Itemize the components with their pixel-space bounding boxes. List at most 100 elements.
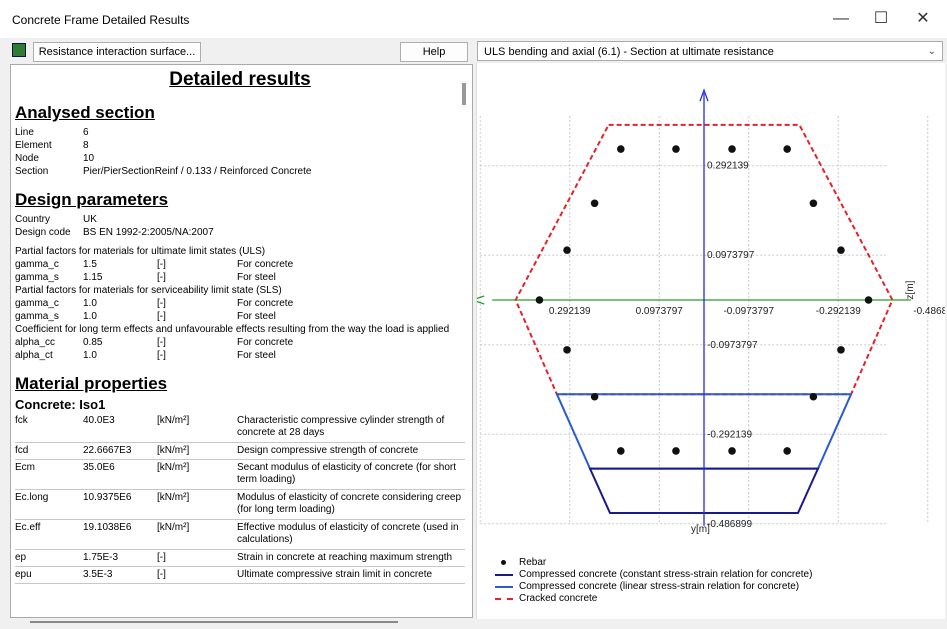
factor-value: 1.15	[83, 272, 103, 283]
factor-unit: [-]	[157, 337, 166, 348]
material-symbol: fcd	[15, 445, 29, 456]
factor-desc: For steel	[237, 350, 276, 361]
coef-note: Coefficient for long term effects and un…	[15, 324, 450, 335]
factor-row: gamma_s 1.15 [-] For steel	[15, 271, 465, 284]
rebar-point	[617, 447, 625, 455]
view-select-value: ULS bending and axial (6.1) - Section at…	[484, 46, 774, 58]
material-unit: [kN/m²]	[157, 522, 190, 533]
material-unit: [-]	[157, 552, 166, 563]
z-axis-label: z[m]	[905, 280, 916, 299]
legend-item: Rebar	[495, 557, 812, 569]
factor-desc: For steel	[237, 311, 276, 322]
kv-key: Node	[15, 153, 39, 164]
factor-key: gamma_s	[15, 272, 59, 283]
kv-value: UK	[83, 214, 97, 225]
material-description: Modulus of elasticity of concrete consid…	[237, 492, 462, 515]
rebar-point	[535, 296, 544, 304]
plot-legend: Rebar Compressed concrete (constant stres…	[495, 557, 812, 605]
minimize-button[interactable]: —	[821, 6, 861, 32]
results-document: Detailed results Analysed section Line 6 E…	[15, 69, 465, 584]
legend-item: Compressed concrete (constant stress-str…	[495, 569, 812, 581]
coefficient-factors: alpha_cc 0.85 [-] For concrete alpha_ct 1.0 [-…	[15, 336, 465, 362]
material-unit: [kN/m²]	[157, 462, 190, 473]
rebar-point	[837, 346, 845, 354]
material-symbol: Ec.eff	[15, 522, 41, 533]
legend-item: Cracked concrete	[495, 593, 812, 605]
material-value: 10.9375E6	[83, 492, 132, 503]
material-value: 22.6667E3	[83, 445, 132, 456]
kv-value: 6	[83, 127, 89, 138]
v-tick-label: 0.0973797	[707, 250, 755, 261]
help-button[interactable]: Help	[400, 42, 468, 62]
h-tick-label: -0.292139	[816, 306, 861, 317]
factor-unit: [-]	[157, 311, 166, 322]
resistance-interaction-surface-button[interactable]: Resistance interaction surface...	[33, 42, 201, 62]
view-select-dropdown[interactable]: ULS bending and axial (6.1) - Section at…	[477, 41, 943, 61]
close-button[interactable]: ✕	[903, 6, 943, 32]
kv-row: Design code BS EN 1992-2:2005/NA:2007	[15, 226, 465, 239]
material-symbol: Ecm	[15, 462, 35, 473]
legend-label: Rebar	[519, 557, 547, 568]
maximize-button[interactable]: ☐	[861, 6, 901, 32]
kv-row: Section Pier/PierSectionReinf / 0.133 / R…	[15, 165, 465, 178]
factor-unit: [-]	[157, 259, 166, 270]
vertical-scrollbar-thumb[interactable]	[462, 83, 466, 105]
rebar-point	[728, 145, 736, 153]
factor-desc: For steel	[237, 272, 276, 283]
material-value: 1.75E-3	[83, 552, 119, 563]
factor-unit: [-]	[157, 272, 166, 283]
kv-row: Line 6	[15, 126, 465, 139]
analysed-section-heading: Analysed section	[15, 103, 155, 122]
kv-value: Pier/PierSectionReinf / 0.133 / Reinforc…	[83, 166, 312, 177]
h-tick-label: -0.486899	[913, 306, 945, 317]
kv-value: BS EN 1992-2:2005/NA:2007	[83, 227, 214, 238]
legend-item: Compressed concrete (linear stress-strai…	[495, 581, 812, 593]
kv-row: Country UK	[15, 213, 465, 226]
rebar-point	[672, 447, 680, 455]
left-toolbar: Resistance interaction surface... Help	[8, 40, 471, 64]
kv-key: Country	[15, 214, 51, 225]
factor-value: 1.0	[83, 298, 97, 309]
material-symbol: fck	[15, 415, 28, 426]
factor-unit: [-]	[157, 298, 166, 309]
factor-value: 0.85	[83, 337, 103, 348]
material-description: Strain in concrete at reaching maximum s…	[237, 552, 453, 563]
sls-note: Partial factors for materials for servic…	[15, 285, 282, 296]
material-description: Secant modulus of elasticity of concrete…	[237, 462, 456, 485]
factor-key: gamma_c	[15, 259, 59, 270]
material-row: fck 40.0E3 [kN/m²] Characteristic compressi…	[15, 413, 465, 443]
material-unit: [kN/m²]	[157, 492, 190, 503]
sls-factors: gamma_c 1.0 [-] For concrete gamma_s 1.0 [-] Fo…	[15, 297, 465, 323]
kv-key: Element	[15, 140, 52, 151]
factor-desc: For concrete	[237, 298, 294, 309]
material-row: Ec.eff 19.1038E6 [kN/m²] Effective modulus …	[15, 520, 465, 550]
concrete-heading: Concrete: Iso1	[15, 397, 106, 412]
factor-key: gamma_c	[15, 298, 59, 309]
detailed-results-pane[interactable]: Detailed results Analysed section Line 6 E…	[10, 64, 473, 618]
material-row: ep 1.75E-3 [-] Strain in concrete at reachi…	[15, 550, 465, 567]
material-unit: [kN/m²]	[157, 415, 190, 426]
title-bar: Concrete Frame Detailed Results — ☐ ✕	[0, 0, 947, 38]
legend-label: Cracked concrete	[519, 593, 598, 604]
rebar-point	[590, 392, 599, 401]
material-value: 3.5E-3	[83, 569, 113, 580]
rebar-point	[783, 145, 791, 153]
material-symbol: epu	[15, 569, 32, 580]
material-row: epu 3.5E-3 [-] Ultimate compressive strain …	[15, 567, 465, 584]
uls-factors: gamma_c 1.5 [-] For concrete gamma_s 1.15 [-] F…	[15, 258, 465, 284]
section-plot-pane: 0.292139 0.0973797 -0.0973797 -0.292139 -0.4…	[476, 63, 945, 619]
v-tick-label: -0.292139	[707, 429, 752, 440]
material-row: Ecm 35.0E6 [kN/m²] Secant modulus of elasti…	[15, 460, 465, 490]
factor-row: alpha_cc 0.85 [-] For concrete	[15, 336, 465, 349]
kv-value: 8	[83, 140, 89, 151]
material-description: Ultimate compressive strain limit in con…	[237, 569, 433, 580]
design-parameters-rows: Country UK Design code BS EN 1992-2:2005/NA…	[15, 213, 465, 239]
factor-desc: For concrete	[237, 337, 294, 348]
kv-key: Design code	[15, 227, 71, 238]
horizontal-scrollbar[interactable]	[30, 621, 398, 623]
material-rows: fck 40.0E3 [kN/m²] Characteristic compressi…	[15, 413, 465, 584]
section-plot: 0.292139 0.0973797 -0.0973797 -0.292139 -0.4…	[477, 88, 945, 535]
factor-value: 1.0	[83, 311, 97, 322]
material-properties-heading: Material properties	[15, 374, 168, 393]
material-description: Characteristic compressive cylinder stre…	[237, 415, 445, 438]
